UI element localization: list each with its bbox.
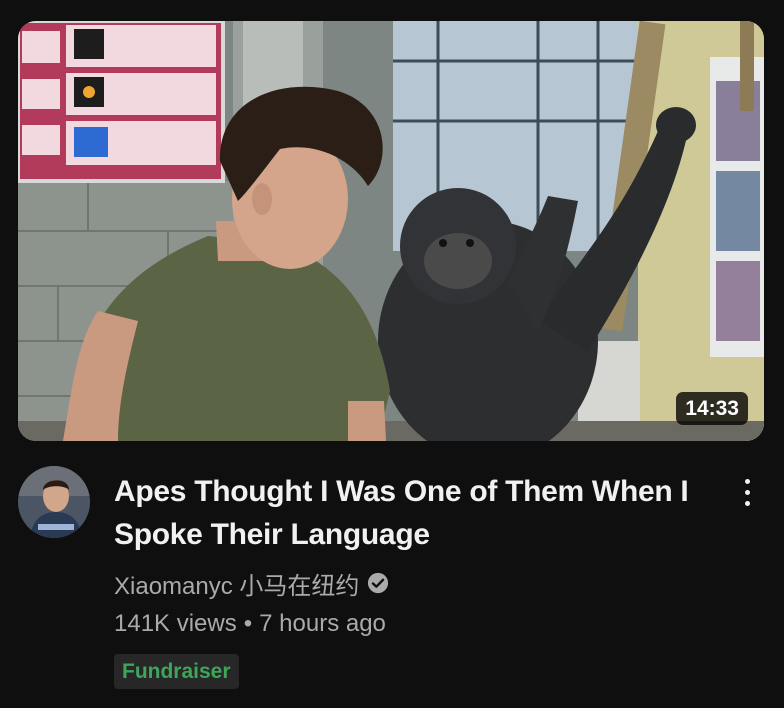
kebab-dot [744, 478, 750, 484]
video-card[interactable]: 14:33 Apes Thought I Was One of Them Whe… [0, 0, 784, 708]
upload-age: 7 hours ago [259, 610, 386, 637]
channel-name[interactable]: Xiaomanyc 小马在纽约 [114, 566, 359, 601]
duration-badge: 14:33 [676, 392, 748, 425]
video-thumbnail[interactable]: 14:33 [18, 21, 764, 441]
channel-avatar[interactable] [18, 466, 90, 538]
separator: • [243, 610, 253, 637]
kebab-dot [744, 489, 750, 495]
view-count: 141K views [114, 610, 237, 637]
kebab-dot [744, 500, 750, 506]
channel-row: Xiaomanyc 小马在纽约 [114, 566, 714, 601]
video-stats: 141K views • 7 hours ago [114, 608, 714, 640]
video-meta: Apes Thought I Was One of Them When I Sp… [114, 470, 714, 689]
verified-check-icon [367, 572, 389, 594]
thumbnail-image [18, 21, 764, 441]
more-vert-icon[interactable] [733, 472, 761, 512]
video-title[interactable]: Apes Thought I Was One of Them When I Sp… [114, 470, 714, 556]
avatar-image [18, 466, 90, 538]
fundraiser-badge[interactable]: Fundraiser [114, 654, 239, 689]
